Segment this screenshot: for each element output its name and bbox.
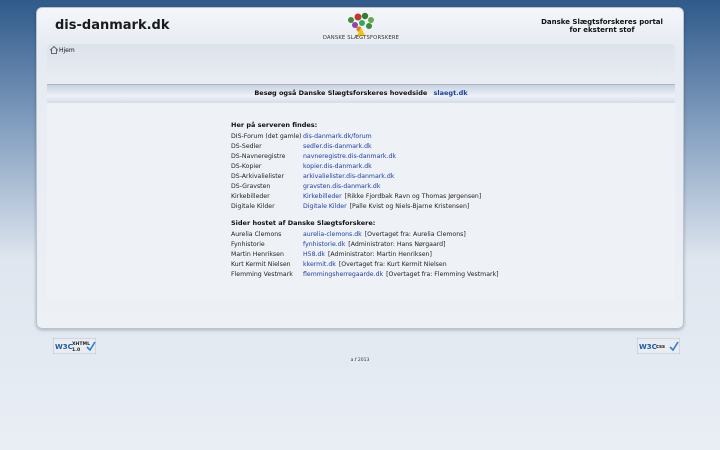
list-item: Kirkebilleder Kirkebilleder [Rikke Fjordb…	[231, 191, 551, 201]
item-link[interactable]: flemmingsherregaarde.dk	[303, 271, 383, 278]
item-name: DS-Navneregistre	[231, 152, 286, 160]
list-item: Kurt Kermit Nielsen kkermit.dk [Overtaget…	[231, 259, 551, 269]
item-name: Fynhistorie	[231, 240, 265, 248]
home-icon	[50, 46, 58, 54]
list-item: DS-Navneregistre navneregistre.dis-danma…	[231, 151, 551, 161]
item-note: [Overtaget fra: Flemming Vestmark]	[386, 270, 499, 278]
item-name: Aurelia Clemons	[231, 230, 282, 238]
item-link[interactable]: navneregistre.dis-danmark.dk	[303, 153, 396, 160]
header: dis-danmark.dk DANSKE SLÆGTSFORSKERE Dan…	[37, 8, 683, 48]
logo[interactable]: DANSKE SLÆGTSFORSKERE	[315, 11, 407, 45]
item-name: Kurt Kermit Nielsen	[231, 260, 291, 268]
item-link[interactable]: kopier.dis-danmark.dk	[303, 163, 372, 170]
home-label: Hjem	[59, 46, 75, 54]
list-item: Aurelia Clemons aurelia-clemons.dk [Overt…	[231, 229, 551, 239]
list-item: Digitale Kilder Digitale Kilder [Palle Kv…	[231, 201, 551, 211]
logo-text: DANSKE SLÆGTSFORSKERE	[322, 35, 400, 41]
item-name: Flemming Vestmark	[231, 270, 293, 278]
item-name: Martin Henriksen	[231, 250, 284, 258]
item-name: DS-Gravsten	[231, 182, 271, 190]
list-item: Martin Henriksen H58.dk [Administrator: M…	[231, 249, 551, 259]
item-link[interactable]: aurelia-clemons.dk	[303, 231, 362, 238]
list-item: Flemming Vestmark flemmingsherregaarde.d…	[231, 269, 551, 279]
list-item: DS-Kopier kopier.dis-danmark.dk	[231, 161, 551, 171]
item-note: [Administrator: Hans Nørgaard]	[348, 240, 446, 248]
item-name: DS-Kopier	[231, 162, 262, 170]
item-name: DS-Arkivalielister	[231, 172, 285, 180]
badge-label: XHTML	[72, 341, 90, 347]
item-link[interactable]: H58.dk	[303, 251, 325, 258]
badge-label: css	[656, 344, 665, 350]
item-note: [Rikke Fjordbak Ravn og Thomas Jørgensen…	[344, 192, 482, 200]
main-container: dis-danmark.dk DANSKE SLÆGTSFORSKERE Dan…	[36, 7, 684, 329]
item-link[interactable]: arkivalielister.dis-danmark.dk	[303, 173, 394, 180]
item-link[interactable]: fynhistorie.dk	[303, 241, 345, 248]
item-note: [Administrator: Martin Henriksen]	[328, 250, 432, 258]
banner-link[interactable]: slaegt.dk	[434, 89, 468, 97]
banner: Besøg også Danske Slægtsforskeres hoveds…	[47, 84, 675, 103]
item-name: DIS-Forum (det gamle)	[231, 132, 302, 140]
list-item: DS-Gravsten gravsten.dis-danmark.dk	[231, 181, 551, 191]
item-note: [Overtaget fra: Aurelia Clemons]	[364, 230, 466, 238]
site-title[interactable]: dis-danmark.dk	[55, 18, 170, 33]
item-note: [Palle Kvist og Niels-Bjarne Kristensen]	[349, 202, 470, 210]
list-item: DS-Sedler sedler.dis-danmark.dk	[231, 141, 551, 151]
item-link[interactable]: dis-danmark.dk/forum	[303, 133, 372, 140]
item-link[interactable]: Kirkebilleder	[303, 193, 342, 200]
navbar: Hjem	[47, 44, 675, 84]
item-name: DS-Sedler	[231, 142, 262, 150]
portal-caption: Danske Slægtsforskeres portal for ekster…	[541, 18, 663, 34]
item-link[interactable]: gravsten.dis-danmark.dk	[303, 183, 380, 190]
tree-logo-icon	[348, 12, 374, 36]
item-link[interactable]: sedler.dis-danmark.dk	[303, 143, 372, 150]
badge-brand: W3C	[639, 343, 657, 351]
link-panel: Her på serveren findes: DIS-Forum (det g…	[47, 103, 675, 300]
w3c-xhtml-badge[interactable]: W3C XHTML 1.0	[52, 337, 97, 355]
item-note: [Overtaget fra: Kurt Kermit Nielsen	[338, 260, 447, 268]
badge-brand: W3C	[55, 343, 73, 351]
w3c-css-icon: W3C css	[636, 337, 681, 355]
badge-version: 1.0	[72, 347, 80, 353]
content-area: Besøg også Danske Slægtsforskeres hoveds…	[47, 84, 675, 300]
hosted-section-title: Sider hostet af Danske Slægtsforskere:	[231, 219, 376, 227]
item-link[interactable]: Digitale Kilder	[303, 203, 347, 210]
list-item: DIS-Forum (det gamle) dis-danmark.dk/for…	[231, 131, 551, 141]
link-list: Her på serveren findes: DIS-Forum (det g…	[231, 121, 551, 279]
footer: a.f 2013	[350, 358, 370, 363]
w3c-xhtml-icon: W3C XHTML 1.0	[52, 337, 97, 355]
server-section-title: Her på serveren findes:	[231, 121, 318, 129]
home-link[interactable]: Hjem	[50, 46, 75, 54]
list-item: Fynhistorie fynhistorie.dk [Administrator…	[231, 239, 551, 249]
item-name: Digitale Kilder	[231, 202, 275, 210]
item-name: Kirkebilleder	[231, 192, 270, 200]
item-link[interactable]: kkermit.dk	[303, 261, 336, 268]
w3c-css-badge[interactable]: W3C css	[636, 337, 681, 355]
banner-text: Besøg også Danske Slægtsforskeres hoveds…	[254, 89, 428, 97]
list-item: DS-Arkivalielister arkivalielister.dis-d…	[231, 171, 551, 181]
